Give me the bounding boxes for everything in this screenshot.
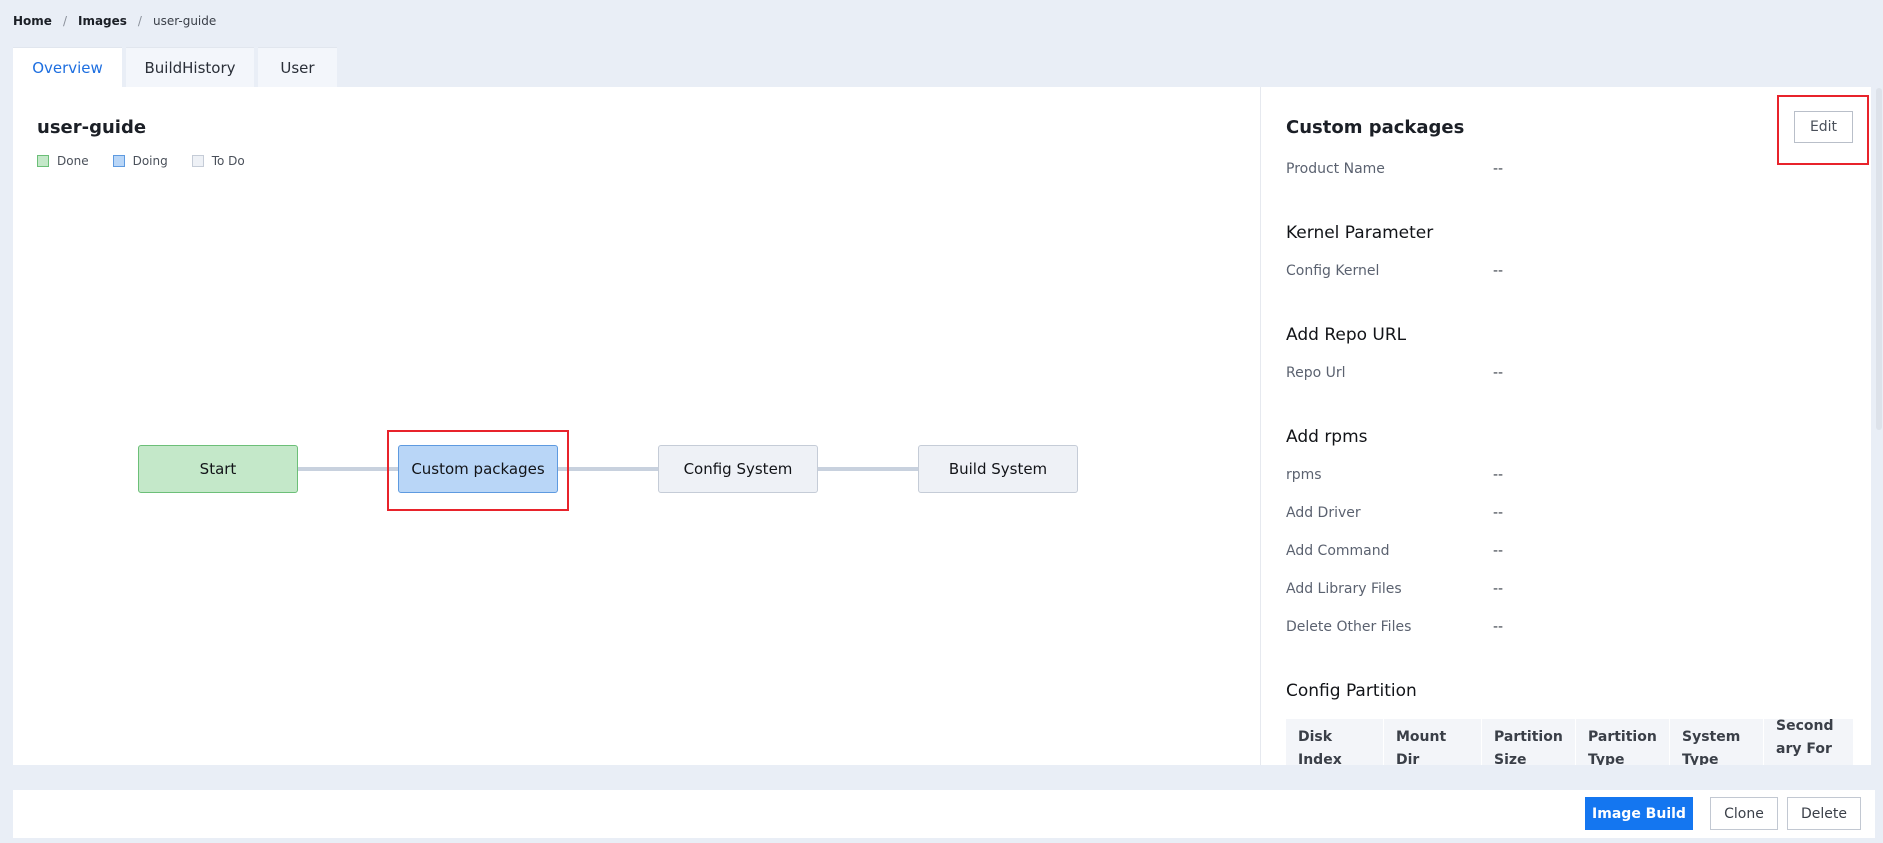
add-driver-value: -- — [1493, 505, 1504, 521]
breadcrumb-separator: / — [137, 14, 142, 28]
breadcrumb-images[interactable]: Images — [78, 14, 127, 28]
add-library-files-label: Add Library Files — [1286, 581, 1402, 597]
table-header-mount-dir: Mount Dir — [1384, 719, 1482, 765]
add-driver-label: Add Driver — [1286, 505, 1361, 521]
flow-node-config-system[interactable]: Config System — [658, 445, 818, 493]
add-command-label: Add Command — [1286, 543, 1390, 559]
overview-panel: user-guide Done Doing To Do Start Custom… — [13, 87, 1260, 765]
table-header-partition-size: Partition Size — [1482, 719, 1576, 765]
add-library-files-value: -- — [1493, 581, 1504, 597]
partition-table-header: Disk Index Mount Dir Partition Size Part… — [1286, 718, 1854, 765]
repo-url-label: Repo Url — [1286, 365, 1346, 381]
flow-connector — [557, 467, 659, 471]
action-footer: Image Build Clone Delete — [13, 790, 1875, 838]
flow-connector — [297, 467, 399, 471]
product-name-value: -- — [1493, 161, 1504, 177]
add-rpms-title: Add rpms — [1286, 427, 1368, 447]
delete-other-files-label: Delete Other Files — [1286, 619, 1412, 635]
flow-node-custom-packages[interactable]: Custom packages — [398, 445, 558, 493]
repo-url-value: -- — [1493, 365, 1504, 381]
edit-button[interactable]: Edit — [1794, 111, 1853, 143]
details-scrollbar[interactable] — [1876, 88, 1882, 430]
config-kernel-value: -- — [1493, 263, 1504, 279]
rpms-value: -- — [1493, 467, 1504, 483]
breadcrumb: Home / Images / user-guide — [13, 14, 216, 28]
image-build-button[interactable]: Image Build — [1585, 797, 1693, 830]
tab-overview[interactable]: Overview — [13, 47, 122, 87]
flow-node-start[interactable]: Start — [138, 445, 298, 493]
table-header-system-type: System Type — [1670, 719, 1764, 765]
table-header-disk-index: Disk Index — [1286, 719, 1384, 765]
config-kernel-label: Config Kernel — [1286, 263, 1380, 279]
config-partition-title: Config Partition — [1286, 681, 1417, 701]
table-header-partition-type: Partition Type — [1576, 719, 1670, 765]
product-name-label: Product Name — [1286, 161, 1385, 177]
details-panel: Custom packages Edit Product Name -- Ker… — [1261, 87, 1871, 765]
kernel-parameter-title: Kernel Parameter — [1286, 223, 1434, 243]
add-repo-url-title: Add Repo URL — [1286, 325, 1407, 345]
breadcrumb-current: user-guide — [152, 14, 217, 28]
clone-button[interactable]: Clone — [1710, 797, 1778, 830]
delete-button[interactable]: Delete — [1787, 797, 1861, 830]
tab-user[interactable]: User — [258, 47, 337, 87]
breadcrumb-home[interactable]: Home — [13, 14, 52, 28]
tab-bar: Overview BuildHistory User — [13, 47, 337, 87]
rpms-label: rpms — [1286, 467, 1322, 483]
table-header-secondary-format: Secondary Format — [1764, 718, 1854, 765]
build-flow-diagram: Start Custom packages Config System Buil… — [13, 87, 1260, 765]
breadcrumb-separator: / — [62, 14, 67, 28]
flow-node-build-system[interactable]: Build System — [918, 445, 1078, 493]
details-title: Custom packages — [1286, 117, 1465, 138]
tab-buildhistory[interactable]: BuildHistory — [126, 47, 254, 87]
delete-other-files-value: -- — [1493, 619, 1504, 635]
add-command-value: -- — [1493, 543, 1504, 559]
flow-connector — [817, 467, 919, 471]
